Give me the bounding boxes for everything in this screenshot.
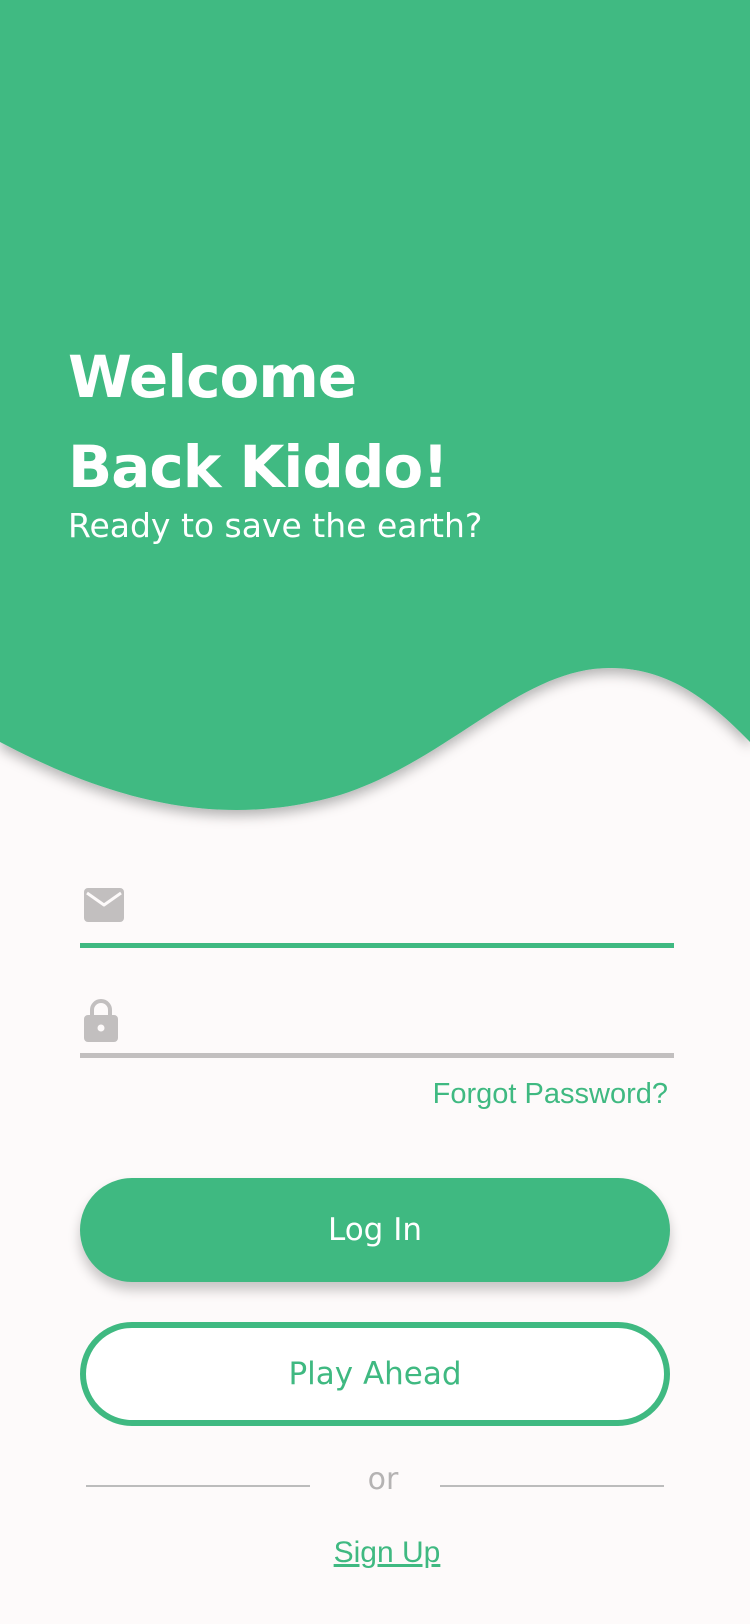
lock-icon [84, 998, 118, 1046]
mail-icon [84, 888, 124, 926]
play-ahead-button[interactable]: Play Ahead [80, 1322, 670, 1426]
forgot-password-link[interactable]: Forgot Password? [433, 1078, 668, 1111]
welcome-subtitle: Ready to save the earth? [68, 506, 483, 545]
welcome-title-line1: Welcome [68, 343, 357, 411]
email-field [80, 888, 674, 948]
password-underline [80, 1053, 674, 1058]
login-button[interactable]: Log In [80, 1178, 670, 1282]
divider-line-right [440, 1485, 664, 1487]
email-underline [80, 943, 674, 948]
password-input[interactable] [140, 1006, 674, 1052]
welcome-title: Welcome Back Kiddo! [68, 332, 449, 512]
welcome-title-line2: Back Kiddo! [68, 433, 449, 501]
or-divider-label: or [367, 1462, 399, 1497]
sign-up-link[interactable]: Sign Up [334, 1536, 441, 1569]
email-input[interactable] [140, 896, 674, 942]
hero-header: Welcome Back Kiddo! Ready to save the ea… [0, 0, 750, 830]
login-button-label: Log In [327, 1212, 422, 1248]
password-field [80, 998, 674, 1058]
signup-row: Sign Up [0, 1536, 750, 1570]
play-ahead-button-label: Play Ahead [288, 1356, 462, 1392]
